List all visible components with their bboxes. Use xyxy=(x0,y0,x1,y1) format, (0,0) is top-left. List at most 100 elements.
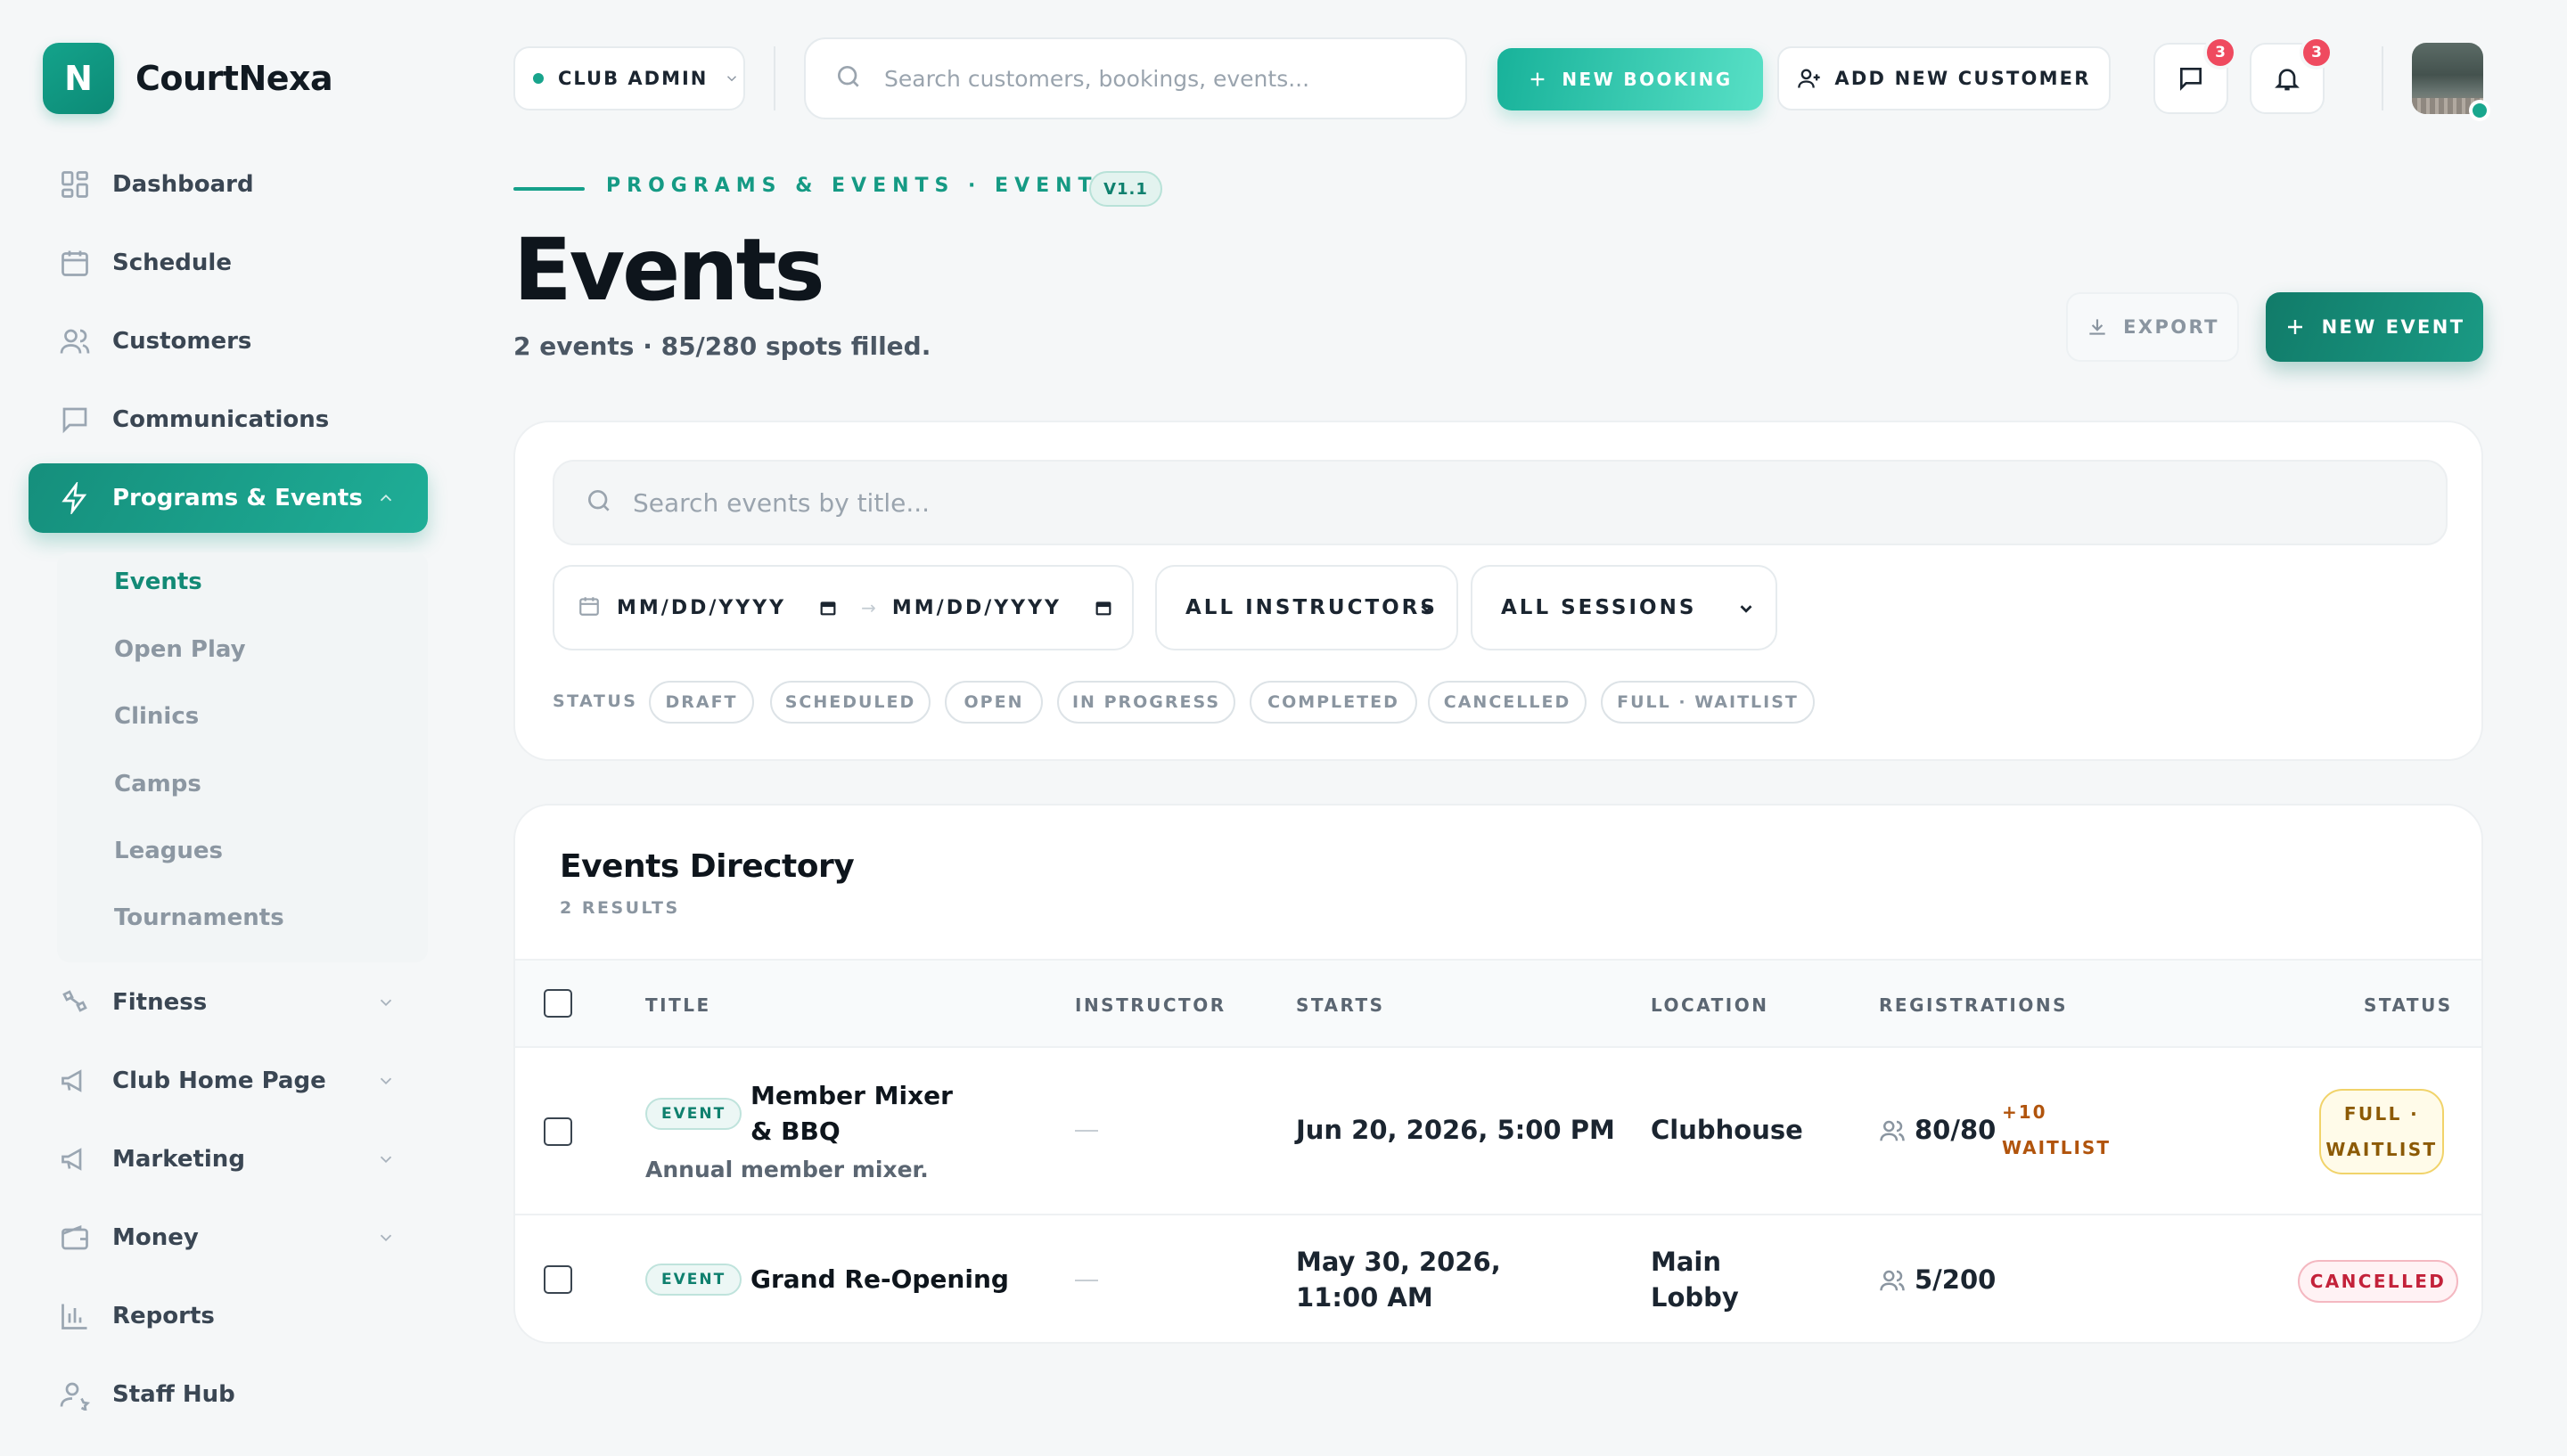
column-header-status[interactable]: STATUS xyxy=(2364,994,2453,1016)
status-chip-cancelled[interactable]: CANCELLED xyxy=(1428,681,1587,724)
global-search[interactable] xyxy=(804,37,1467,119)
event-registrations: 80/80 xyxy=(1915,1115,1997,1145)
sidebar-item-staff-hub[interactable]: Staff Hub xyxy=(29,1360,428,1429)
status-chip-draft[interactable]: DRAFT xyxy=(649,681,754,724)
sidebar-item-marketing[interactable]: Marketing xyxy=(29,1125,428,1194)
brand[interactable]: N CourtNexa xyxy=(43,43,333,114)
megaphone-icon xyxy=(57,1141,93,1177)
status-chip-scheduled[interactable]: SCHEDULED xyxy=(770,681,931,724)
bell-icon xyxy=(2275,69,2300,91)
sidebar-item-label: Staff Hub xyxy=(112,1381,235,1408)
status-filter-label: STATUS xyxy=(553,691,638,711)
online-status-dot xyxy=(2469,100,2490,121)
bar-chart-icon xyxy=(57,1298,93,1334)
notifications-button[interactable]: 3 xyxy=(2250,36,2333,114)
event-description: Annual member mixer. xyxy=(645,1157,929,1182)
event-title[interactable]: Member Mixer & BBQ xyxy=(750,1078,964,1149)
event-starts: Jun 20, 2026, 5:00 PM xyxy=(1296,1115,1615,1145)
status-chip-completed[interactable]: COMPLETED xyxy=(1250,681,1417,724)
chevron-down-icon xyxy=(724,70,740,86)
avatar[interactable] xyxy=(2412,43,2490,121)
page-title: Events xyxy=(513,220,825,320)
sidebar-item-fitness[interactable]: Fitness xyxy=(29,968,428,1037)
date-from-field[interactable]: MM/DD/YYYY xyxy=(617,597,786,619)
event-location: Main Lobby xyxy=(1651,1247,1739,1313)
add-customer-button[interactable]: ADD NEW CUSTOMER xyxy=(1777,46,2111,110)
sidebar-item-label: Reports xyxy=(112,1303,215,1329)
export-label: EXPORT xyxy=(2123,316,2219,338)
subnav-item-camps[interactable]: Camps xyxy=(114,771,201,798)
status-chip-in-progress[interactable]: IN PROGRESS xyxy=(1057,681,1235,724)
sidebar: N CourtNexa Dashboard Schedule Customers… xyxy=(0,0,446,1456)
subnav-item-clinics[interactable]: Clinics xyxy=(114,703,199,730)
chevron-down-icon xyxy=(376,992,396,1011)
new-event-button[interactable]: NEW EVENT xyxy=(2266,292,2483,362)
row-checkbox[interactable] xyxy=(544,1265,572,1294)
event-title[interactable]: Grand Re-Opening xyxy=(750,1262,1009,1297)
user-plus-icon xyxy=(1798,69,1821,88)
sidebar-item-communications[interactable]: Communications xyxy=(29,385,428,454)
subnav-item-tournaments[interactable]: Tournaments xyxy=(114,904,284,931)
plus-icon xyxy=(1531,72,1545,86)
export-button[interactable]: EXPORT xyxy=(2066,292,2239,362)
event-starts: May 30, 2026, 11:00 AM xyxy=(1296,1247,1501,1313)
sidebar-item-customers[interactable]: Customers xyxy=(29,307,428,376)
date-to-field[interactable]: MM/DD/YYYY xyxy=(892,597,1062,619)
column-header-title[interactable]: TITLE xyxy=(645,994,711,1016)
sidebar-item-reports[interactable]: Reports xyxy=(29,1281,428,1351)
column-header-instructor[interactable]: INSTRUCTOR xyxy=(1075,994,1226,1016)
event-type-badge: EVENT xyxy=(645,1098,742,1130)
sidebar-item-programs-events[interactable]: Programs & Events xyxy=(29,463,428,533)
column-header-starts[interactable]: STARTS xyxy=(1296,994,1385,1016)
role-selector[interactable]: CLUB ADMIN xyxy=(513,46,745,110)
wallet-icon xyxy=(57,1220,93,1256)
directory-title: Events Directory xyxy=(560,848,855,885)
table-row[interactable]: EVENT Member Mixer & BBQ Annual member m… xyxy=(515,1048,2481,1215)
row-checkbox[interactable] xyxy=(544,1117,572,1146)
sidebar-item-label: Schedule xyxy=(112,249,232,276)
breadcrumb-accent xyxy=(513,187,585,191)
download-icon xyxy=(2089,319,2105,335)
events-directory: Events Directory 2 RESULTS TITLE INSTRUC… xyxy=(513,804,2483,1344)
sidebar-item-schedule[interactable]: Schedule xyxy=(29,228,428,298)
page-subtitle: 2 events · 85/280 spots filled. xyxy=(513,331,931,361)
status-chip-open[interactable]: OPEN xyxy=(945,681,1043,724)
table-row[interactable]: EVENT Grand Re-Opening May 30, 2026, 11:… xyxy=(515,1215,2481,1342)
search-icon xyxy=(834,62,863,94)
event-search[interactable] xyxy=(553,460,2448,545)
topbar-divider xyxy=(2382,46,2383,110)
chevron-down-icon xyxy=(1417,599,1437,618)
sidebar-item-dashboard[interactable]: Dashboard xyxy=(29,150,428,219)
waitlist-count: +10 WAITLIST xyxy=(2002,1101,2111,1158)
sidebar-item-label: Money xyxy=(112,1224,199,1251)
session-select[interactable]: ALL SESSIONS xyxy=(1471,565,1777,650)
chevron-down-icon xyxy=(376,1149,396,1168)
lightning-icon xyxy=(57,480,93,516)
role-label: CLUB ADMIN xyxy=(558,68,709,89)
messages-button[interactable]: 3 xyxy=(2153,36,2237,114)
column-header-registrations[interactable]: REGISTRATIONS xyxy=(1879,994,2068,1016)
message-icon xyxy=(57,402,93,438)
event-registrations: 5/200 xyxy=(1915,1264,1997,1295)
event-search-input[interactable] xyxy=(633,487,2326,518)
subnav-item-open-play[interactable]: Open Play xyxy=(114,636,246,663)
notifications-badge: 3 xyxy=(2300,36,2333,70)
chevron-down-icon xyxy=(376,1227,396,1247)
instructor-select-value: ALL INSTRUCTORS xyxy=(1185,596,1438,619)
global-search-input[interactable] xyxy=(884,65,1437,92)
programs-subnav xyxy=(57,552,428,962)
users-icon xyxy=(57,323,93,359)
column-header-location[interactable]: LOCATION xyxy=(1651,994,1768,1016)
date-picker-icon[interactable] xyxy=(818,598,838,618)
megaphone-icon xyxy=(57,1063,93,1099)
subnav-item-leagues[interactable]: Leagues xyxy=(114,838,223,864)
sidebar-item-money[interactable]: Money xyxy=(29,1203,428,1272)
subnav-item-events[interactable]: Events xyxy=(114,568,202,595)
status-chip-full-waitlist[interactable]: FULL · WAITLIST xyxy=(1601,681,1815,724)
select-all-checkbox[interactable] xyxy=(544,989,572,1018)
new-booking-button[interactable]: NEW BOOKING xyxy=(1497,48,1763,110)
date-picker-icon[interactable] xyxy=(1094,598,1113,618)
users-icon xyxy=(1879,1267,1906,1297)
sidebar-item-club-home-page[interactable]: Club Home Page xyxy=(29,1046,428,1116)
instructor-select[interactable]: ALL INSTRUCTORS xyxy=(1155,565,1458,650)
